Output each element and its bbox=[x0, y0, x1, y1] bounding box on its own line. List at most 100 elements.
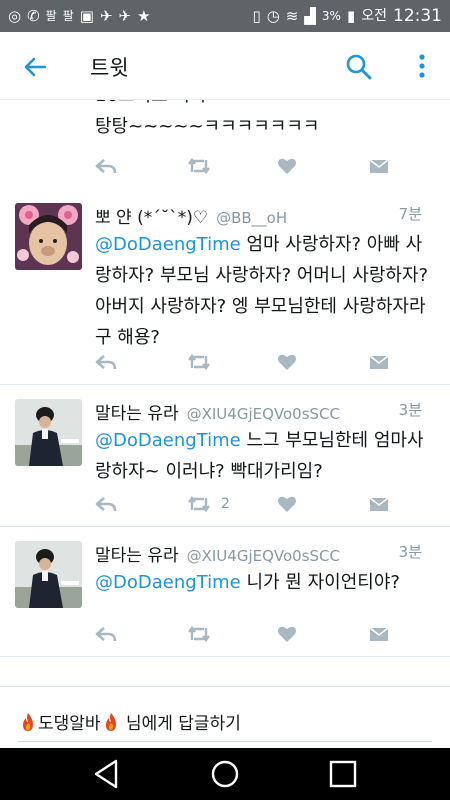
alarm-icon: ◷ bbox=[266, 6, 280, 25]
nav-back-button[interactable] bbox=[90, 758, 124, 790]
reply-icon bbox=[95, 497, 117, 512]
tweet-author-name[interactable]: 말타는 유라 bbox=[95, 541, 179, 566]
tweet-author-handle[interactable]: @XIU4GjEQVo0sSCC bbox=[187, 405, 340, 423]
tweet-text-line: 탕탕~~~~~ㅋㅋㅋㅋㅋㅋㅋ bbox=[95, 116, 320, 137]
twitter-icon-2: ✈ bbox=[118, 6, 132, 25]
battery-icon: ▮ bbox=[346, 6, 356, 25]
retweet-button[interactable]: 2 bbox=[187, 492, 230, 516]
reply-prompt[interactable]: 도댕알바 님에게 답글하기 bbox=[18, 709, 241, 734]
status-bar: ◎ ✆ 팔 팔 ▣ ✈ ✈ ★ ▯ ◷ ≋ ▟ 3% ▮ 오전 12:31 bbox=[0, 0, 450, 32]
reply-button[interactable] bbox=[95, 154, 117, 178]
avatar[interactable] bbox=[15, 203, 82, 270]
envelope-icon bbox=[369, 159, 389, 173]
reply-button[interactable] bbox=[95, 622, 117, 646]
tweet-text: @DoDaengTime 니가 뭔 자이언티야? bbox=[95, 567, 438, 598]
nav-recents-button[interactable] bbox=[326, 758, 360, 790]
status-bar-notifications: ◎ ✆ 팔 팔 ▣ ✈ ✈ ★ bbox=[8, 6, 151, 25]
retweet-icon bbox=[188, 354, 210, 370]
like-button[interactable] bbox=[277, 154, 297, 178]
tweet-actions bbox=[95, 350, 395, 374]
kakao-icon: ✆ bbox=[27, 6, 40, 25]
avatar[interactable] bbox=[15, 399, 82, 466]
battery-percent: 3% bbox=[321, 9, 341, 23]
direct-message-button[interactable] bbox=[369, 350, 389, 374]
tweet-author-handle[interactable]: @XIU4GjEQVo0sSCC bbox=[187, 547, 340, 565]
reply-button[interactable] bbox=[95, 492, 117, 516]
retweet-button[interactable] bbox=[187, 350, 211, 374]
tweet-actions bbox=[95, 154, 395, 178]
retweet-count: 2 bbox=[221, 496, 230, 512]
kakao-talk-icon: 팔 bbox=[45, 9, 57, 23]
reply-prompt-suffix: 님에게 답글하기 bbox=[120, 714, 241, 734]
reply-icon bbox=[95, 627, 117, 642]
circle-home-icon bbox=[211, 760, 239, 788]
photo-icon: ▣ bbox=[79, 6, 94, 25]
tweet-actions: 2 bbox=[95, 492, 395, 516]
tweet-text: @DoDaengTime 느그 부모님한테 엄마사랑하자~ 이러냐? 빡대가리임… bbox=[95, 425, 438, 487]
retweet-button[interactable] bbox=[187, 622, 211, 646]
more-options-button[interactable] bbox=[412, 52, 432, 82]
reply-button[interactable] bbox=[95, 350, 117, 374]
reply-icon bbox=[95, 355, 117, 370]
reply-icon bbox=[95, 159, 117, 174]
fire-icon bbox=[23, 712, 33, 731]
tweet-item[interactable]: 말타는 유라 @XIU4GjEQVo0sSCC 3분 @DoDaengTime … bbox=[0, 527, 450, 657]
heart-icon bbox=[278, 158, 296, 174]
vibrate-icon: ▯ bbox=[252, 6, 261, 25]
nav-home-button[interactable] bbox=[208, 758, 242, 790]
like-button[interactable] bbox=[277, 492, 297, 516]
avatar-image bbox=[15, 541, 82, 608]
retweet-icon bbox=[188, 158, 210, 174]
direct-message-button[interactable] bbox=[369, 154, 389, 178]
heart-icon bbox=[278, 354, 296, 370]
direct-message-button[interactable] bbox=[369, 622, 389, 646]
direct-message-button[interactable] bbox=[369, 492, 389, 516]
retweet-icon bbox=[188, 496, 210, 512]
avatar-image bbox=[15, 203, 82, 270]
app-bar: 트윗 bbox=[0, 32, 450, 100]
signal-icon: ▟ bbox=[304, 6, 316, 25]
avatar-image bbox=[15, 399, 82, 466]
heart-icon bbox=[278, 496, 296, 512]
envelope-icon bbox=[369, 497, 389, 511]
avatar[interactable] bbox=[15, 541, 82, 608]
more-vertical-icon bbox=[419, 54, 425, 78]
tweet-text-line: 16도처로 거국 bbox=[95, 100, 438, 111]
tweet-author-handle[interactable]: @BB__oH bbox=[216, 209, 287, 227]
search-icon bbox=[346, 54, 372, 80]
tweet-item[interactable]: 말타는 유라 @XIU4GjEQVo0sSCC 3분 @DoDaengTime … bbox=[0, 385, 450, 527]
envelope-icon bbox=[369, 627, 389, 641]
mention-link[interactable]: @DoDaengTime bbox=[95, 572, 241, 593]
page-title: 트윗 bbox=[90, 56, 129, 80]
mention-link[interactable]: @DoDaengTime bbox=[95, 430, 241, 451]
tweet-author-name[interactable]: 뽀 얀 (*´˘`*)♡ bbox=[95, 203, 208, 228]
retweet-button[interactable] bbox=[187, 154, 211, 178]
tweet-author-name[interactable]: 말타는 유라 bbox=[95, 399, 179, 424]
tweet-text: 16도처로 거국 탕탕~~~~~ㅋㅋㅋㅋㅋㅋㅋ bbox=[95, 100, 438, 142]
reply-recipient-name: 도댕알바 bbox=[38, 714, 101, 734]
envelope-icon bbox=[369, 355, 389, 369]
mention-link[interactable]: @DoDaengTime bbox=[95, 234, 241, 255]
wifi-icon: ≋ bbox=[285, 6, 299, 25]
status-time: 12:31 bbox=[393, 5, 442, 26]
square-recents-icon bbox=[329, 760, 357, 788]
system-nav-bar bbox=[0, 748, 450, 800]
star-icon: ★ bbox=[137, 6, 151, 25]
tweet-item[interactable]: 뽀 얀 (*´˘`*)♡ @BB__oH 7분 @DoDaengTime 엄마 … bbox=[0, 187, 450, 385]
tweet-timestamp: 3분 bbox=[398, 543, 422, 561]
heart-icon bbox=[278, 626, 296, 642]
tweet-header: 말타는 유라 @XIU4GjEQVo0sSCC 3분 bbox=[95, 399, 438, 424]
reply-composer[interactable]: 도댕알바 님에게 답글하기 bbox=[0, 686, 450, 746]
tweet-header: 뽀 얀 (*´˘`*)♡ @BB__oH 7분 bbox=[95, 203, 438, 228]
whatsapp-icon: ◎ bbox=[8, 6, 22, 25]
back-button[interactable] bbox=[20, 52, 50, 82]
timeline[interactable]: 16도처로 거국 탕탕~~~~~ㅋㅋㅋㅋㅋㅋㅋ bbox=[0, 100, 450, 670]
like-button[interactable] bbox=[277, 350, 297, 374]
tweet-timestamp: 7분 bbox=[398, 205, 422, 223]
status-ampm: 오전 bbox=[361, 8, 387, 24]
search-button[interactable] bbox=[344, 52, 374, 82]
arrow-left-icon bbox=[24, 57, 47, 77]
status-bar-system: ▯ ◷ ≋ ▟ 3% ▮ 오전 12:31 bbox=[252, 5, 442, 26]
twitter-icon: ✈ bbox=[99, 6, 113, 25]
like-button[interactable] bbox=[277, 622, 297, 646]
